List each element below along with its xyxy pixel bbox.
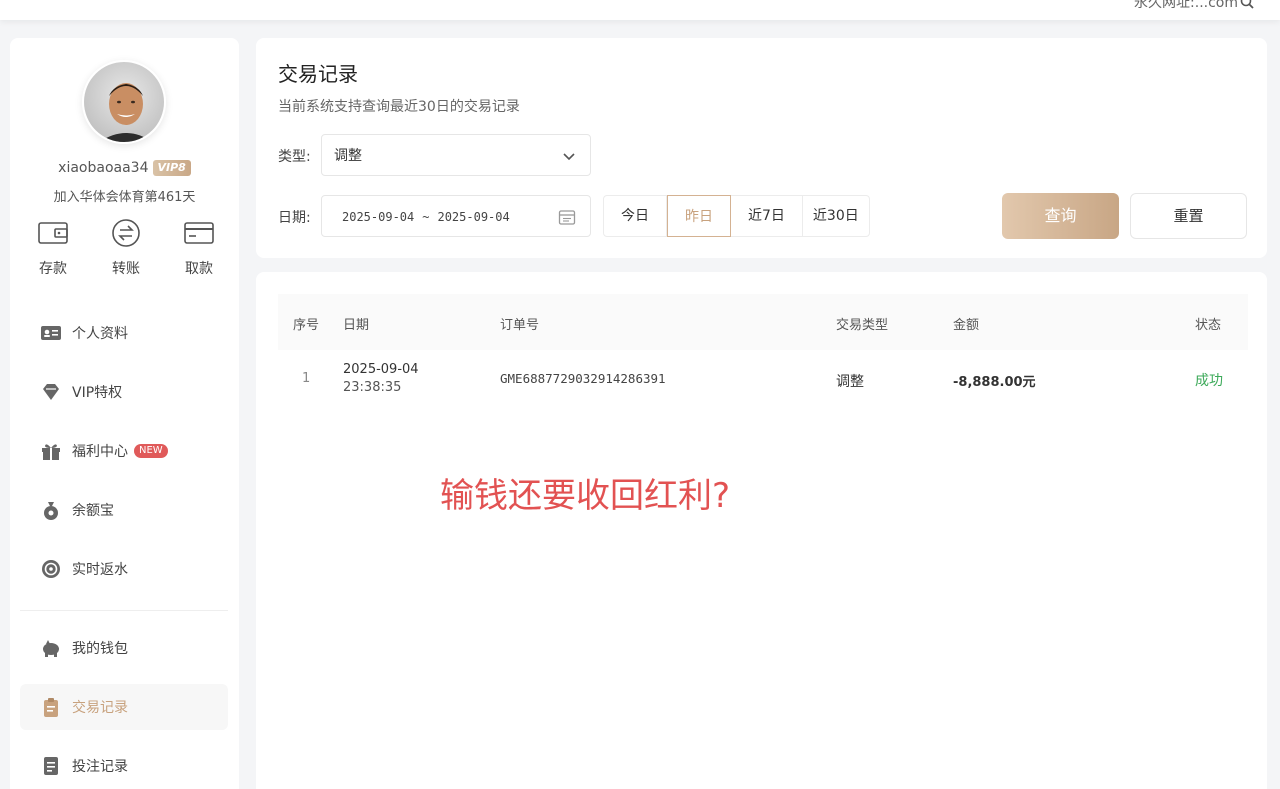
- transactions-table-panel: 序号 日期 订单号 交易类型 金额 状态 1 2025-09-04 23:38:…: [256, 272, 1267, 789]
- row-index: 1: [302, 371, 311, 386]
- sidebar: xiaobaoaa34 VIP8 加入华体会体育第461天 存款 转账 取款 个…: [10, 38, 239, 789]
- annotation-text: 输钱还要收回红利?: [440, 476, 731, 516]
- sidebar-item-label: 余额宝: [72, 503, 114, 519]
- sidebar-item-label: 实时返水: [72, 562, 128, 578]
- sidebar-item-transactions[interactable]: 交易记录: [20, 684, 228, 730]
- sidebar-item-welfare[interactable]: 福利中心 NEW: [20, 428, 228, 474]
- chevron-down-icon: [563, 153, 575, 161]
- card-icon: [184, 222, 214, 244]
- username-row: xiaobaoaa34 VIP8: [10, 160, 239, 176]
- vip-badge: VIP8: [152, 160, 191, 176]
- username: xiaobaoaa34: [58, 160, 149, 176]
- rebate-icon: [42, 560, 60, 578]
- header-status: 状态: [1195, 318, 1222, 333]
- table-header: 序号 日期 订单号 交易类型 金额 状态: [278, 294, 1248, 350]
- piggy-bank-icon: [43, 640, 59, 657]
- row-amount: -8,888.00元: [953, 375, 1036, 390]
- quick-actions: 存款 转账 取款: [28, 218, 224, 282]
- quick-date-30days[interactable]: 近30日: [803, 196, 869, 236]
- sidebar-item-bets[interactable]: 投注记录: [20, 743, 228, 789]
- sidebar-menu: 个人资料 VIP特权 福利中心 NEW 余额宝 实时返水 我的钱包 交易记录 投…: [20, 310, 228, 789]
- sidebar-item-profile[interactable]: 个人资料: [20, 310, 228, 356]
- transfer-icon: [112, 219, 140, 247]
- sidebar-item-label: 我的钱包: [72, 641, 128, 657]
- new-badge: NEW: [134, 444, 168, 458]
- gift-icon: [42, 444, 60, 460]
- calendar-icon: [558, 210, 576, 225]
- header-index: 序号: [293, 318, 320, 333]
- join-days-text: 加入华体会体育第461天: [53, 190, 196, 205]
- menu-divider: [20, 610, 228, 611]
- date-end: 2025-09-04: [437, 210, 510, 224]
- sidebar-item-wallet[interactable]: 我的钱包: [20, 625, 228, 671]
- date-start: 2025-09-04: [342, 210, 415, 224]
- header-order: 订单号: [500, 318, 540, 333]
- filter-panel: 交易记录 当前系统支持查询最近30日的交易记录 类型: 调整 日期: 2025-…: [256, 38, 1267, 258]
- top-bar: 永久网址:...com: [0, 0, 1280, 20]
- quick-date-7days[interactable]: 近7日: [731, 196, 803, 236]
- search-icon[interactable]: [1240, 0, 1254, 9]
- sidebar-item-vip[interactable]: VIP特权: [20, 369, 228, 415]
- document-icon: [44, 757, 58, 775]
- type-select-value: 调整: [334, 148, 362, 164]
- clipboard-icon: [44, 698, 58, 717]
- row-time: 23:38:35: [343, 380, 402, 395]
- header-type: 交易类型: [836, 318, 889, 333]
- avatar[interactable]: [82, 60, 166, 144]
- date-label: 日期:: [278, 210, 311, 226]
- page-subtitle: 当前系统支持查询最近30日的交易记录: [278, 99, 520, 115]
- sidebar-item-label: 交易记录: [72, 700, 128, 716]
- quick-date-group: 今日 昨日 近7日 近30日: [603, 195, 870, 237]
- quick-date-yesterday[interactable]: 昨日: [667, 195, 731, 237]
- quick-date-today[interactable]: 今日: [604, 196, 667, 236]
- money-bag-icon: [44, 502, 58, 520]
- date-range-picker[interactable]: 2025-09-04 ~2025-09-04: [321, 195, 591, 237]
- page-title: 交易记录: [278, 62, 358, 86]
- query-button[interactable]: 查询: [1002, 193, 1119, 239]
- sidebar-item-label: 福利中心: [72, 444, 128, 460]
- type-select[interactable]: 调整: [321, 134, 591, 176]
- transfer-label: 转账: [112, 261, 140, 277]
- deposit-button[interactable]: 存款: [28, 218, 78, 282]
- permanent-url-text: 永久网址:...com: [1134, 0, 1238, 11]
- sidebar-item-label: 个人资料: [72, 326, 128, 342]
- transfer-button[interactable]: 转账: [101, 218, 151, 282]
- row-status: 成功: [1195, 373, 1223, 389]
- reset-button[interactable]: 重置: [1130, 193, 1247, 239]
- sidebar-item-rebate[interactable]: 实时返水: [20, 546, 228, 592]
- row-type: 调整: [836, 374, 864, 390]
- header-amount: 金额: [953, 318, 980, 333]
- deposit-label: 存款: [39, 261, 67, 277]
- table-row: 1 2025-09-04 23:38:35 GME688772903291428…: [278, 350, 1248, 410]
- sidebar-item-label: VIP特权: [72, 385, 123, 401]
- id-card-icon: [41, 326, 61, 340]
- header-date: 日期: [343, 318, 370, 333]
- wallet-card-icon: [38, 222, 68, 244]
- sidebar-item-label: 投注记录: [72, 759, 128, 775]
- row-order-number: GME6887729032914286391: [500, 371, 666, 386]
- withdraw-button[interactable]: 取款: [174, 218, 224, 282]
- sidebar-item-yuebao[interactable]: 余额宝: [20, 487, 228, 533]
- withdraw-label: 取款: [185, 261, 213, 277]
- diamond-icon: [43, 384, 59, 400]
- type-label: 类型:: [278, 149, 311, 165]
- date-separator: ~: [422, 210, 430, 224]
- row-date: 2025-09-04: [343, 362, 419, 377]
